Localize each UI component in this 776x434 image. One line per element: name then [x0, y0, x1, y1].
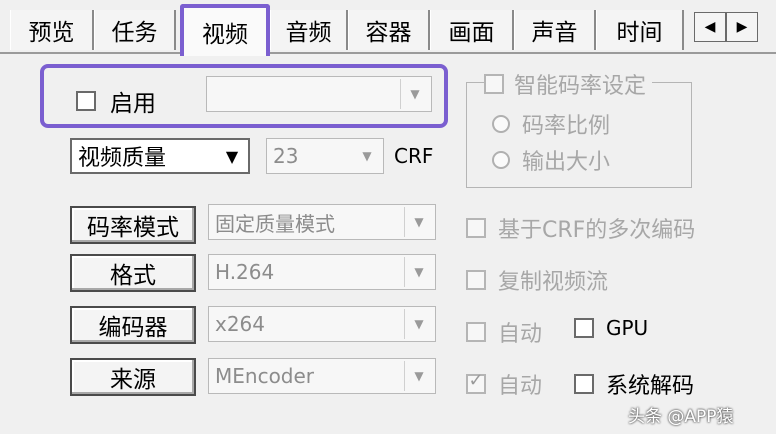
system-decode-checkbox[interactable]: [574, 374, 594, 394]
auto-source-label: 自动: [498, 374, 543, 399]
arrow-right-icon: ▶: [736, 19, 748, 35]
tab-label: 画面: [448, 20, 495, 46]
chevron-down-icon: ▼: [404, 361, 433, 391]
enable-dropdown[interactable]: ▼: [206, 76, 432, 112]
auto-encoder-checkbox[interactable]: [466, 322, 486, 342]
tab-label: 任务: [111, 20, 158, 46]
tab-label: 容器: [365, 20, 412, 46]
chevron-down-icon: ▼: [404, 257, 433, 287]
format-button[interactable]: 格式: [70, 254, 196, 292]
tab-picture[interactable]: 画面: [430, 10, 514, 50]
quality-mode-dropdown[interactable]: 视频质量 ▼: [70, 138, 250, 174]
tab-sound[interactable]: 声音: [514, 10, 596, 50]
gpu-label: GPU: [606, 316, 649, 340]
smart-bitrate-label: 智能码率设定: [514, 74, 647, 99]
crf-multipass-label: 基于CRF的多次编码: [498, 218, 696, 243]
tab-label: 时间: [616, 20, 663, 46]
format-value: H.264: [215, 260, 275, 284]
bitrate-mode-button-label: 码率模式: [87, 215, 179, 241]
smart-bitrate-checkbox-row[interactable]: 智能码率设定: [484, 68, 653, 100]
radio-button[interactable]: [492, 151, 510, 169]
radio-output-size[interactable]: 输出大小: [492, 144, 610, 176]
crf-multipass-option[interactable]: 基于CRF的多次编码: [466, 212, 695, 244]
tab-preview[interactable]: 预览: [10, 10, 94, 50]
tab-container[interactable]: 容器: [348, 10, 430, 50]
tab-label: 声音: [531, 20, 578, 46]
chevron-down-icon: ▼: [404, 309, 433, 339]
quality-unit-label: CRF: [394, 144, 434, 168]
source-value: MEncoder: [215, 364, 315, 388]
source-button-label: 来源: [110, 367, 156, 393]
bitrate-mode-dropdown[interactable]: 固定质量模式 ▼: [208, 204, 436, 240]
tab-label: 视频: [202, 22, 248, 48]
watermark: 头条 @APP猿: [628, 407, 734, 427]
system-decode-label: 系统解码: [606, 374, 695, 399]
bitrate-mode-button[interactable]: 码率模式: [70, 206, 196, 244]
chevron-down-icon: ▼: [225, 146, 239, 166]
encoder-button-label: 编码器: [98, 315, 168, 341]
chevron-down-icon: ▼: [400, 79, 429, 109]
auto-encoder-option[interactable]: 自动: [466, 316, 542, 348]
encoder-value: x264: [215, 312, 266, 336]
tab-label: 预览: [28, 20, 75, 46]
radio-output-size-label: 输出大小: [522, 150, 611, 175]
format-button-label: 格式: [110, 263, 156, 289]
arrow-left-icon: ◀: [704, 19, 716, 35]
enable-label: 启用: [110, 91, 156, 117]
radio-button[interactable]: [492, 115, 510, 133]
smart-bitrate-checkbox[interactable]: [484, 74, 504, 94]
copy-stream-option[interactable]: 复制视频流: [466, 264, 608, 296]
quality-value-spinner[interactable]: 23 ▼: [266, 138, 384, 174]
enable-checkbox-row[interactable]: 启用: [76, 84, 156, 118]
source-button[interactable]: 来源: [70, 358, 196, 396]
encoder-dropdown[interactable]: x264 ▼: [208, 306, 436, 342]
radio-bitrate-ratio[interactable]: 码率比例: [492, 108, 610, 140]
tab-label: 音频: [285, 20, 332, 46]
tab-time[interactable]: 时间: [596, 10, 684, 50]
checkmark-icon: ✓: [468, 370, 484, 391]
auto-source-option[interactable]: ✓ 自动: [466, 368, 542, 400]
encoder-button[interactable]: 编码器: [70, 306, 196, 344]
bitrate-mode-value: 固定质量模式: [215, 211, 335, 236]
tab-video[interactable]: 视频: [180, 4, 270, 56]
tab-scroll-right-button[interactable]: ▶: [726, 12, 758, 42]
copy-stream-checkbox[interactable]: [466, 270, 486, 290]
tab-task[interactable]: 任务: [94, 10, 176, 50]
gpu-option[interactable]: GPU: [574, 316, 648, 340]
tab-scroll-left-button[interactable]: ◀: [694, 12, 726, 42]
auto-encoder-label: 自动: [498, 322, 543, 347]
radio-bitrate-ratio-label: 码率比例: [522, 114, 611, 139]
gpu-checkbox[interactable]: [574, 318, 594, 338]
chevron-down-icon: ▼: [404, 207, 433, 237]
quality-mode-value: 视频质量: [78, 146, 167, 171]
system-decode-option[interactable]: 系统解码: [574, 368, 694, 400]
auto-source-checkbox[interactable]: ✓: [466, 370, 486, 394]
quality-value: 23: [273, 144, 299, 168]
crf-multipass-checkbox[interactable]: [466, 218, 486, 238]
enable-checkbox[interactable]: [76, 91, 96, 111]
chevron-down-icon: ▼: [362, 149, 372, 163]
format-dropdown[interactable]: H.264 ▼: [208, 254, 436, 290]
tab-audio[interactable]: 音频: [270, 10, 348, 50]
copy-stream-label: 复制视频流: [498, 270, 609, 295]
source-dropdown[interactable]: MEncoder ▼: [208, 358, 436, 394]
